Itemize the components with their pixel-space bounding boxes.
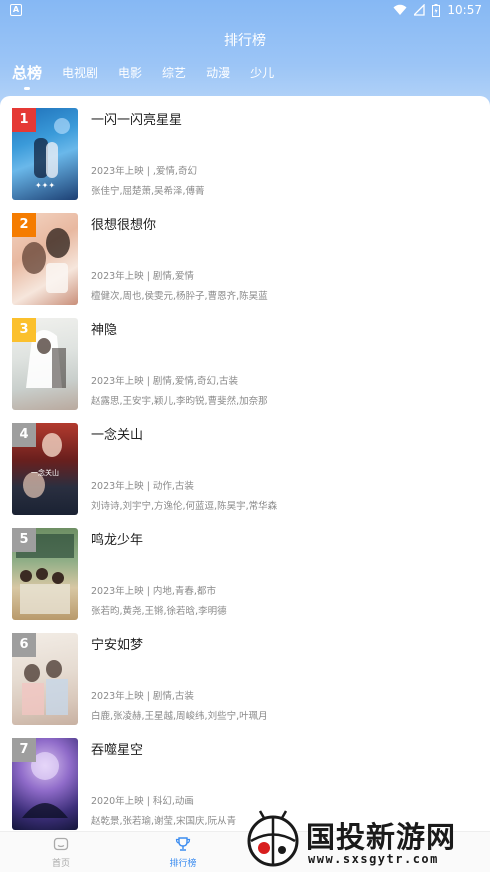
- item-meta: 2023年上映 | 剧情,古装: [91, 691, 194, 702]
- item-cast: 张佳宁,屈楚萧,吴希泽,傅菁: [91, 186, 205, 197]
- item-meta: 2020年上映 | 科幻,动画: [91, 796, 194, 807]
- list-item[interactable]: 3 神隐 2023年上映 | 剧情,爱情,奇幻,古装 赵露思,王安宇,颖儿,李昀…: [12, 318, 478, 413]
- rank-badge: 1: [12, 108, 36, 132]
- list-item[interactable]: 一念关山 4 一念关山 2023年上映 | 动作,古装 刘诗诗,刘宇宁,方逸伦,…: [12, 423, 478, 518]
- svg-text:✦✦✦: ✦✦✦: [35, 181, 55, 190]
- svg-text:一念关山: 一念关山: [31, 468, 59, 477]
- item-meta: 2023年上映 | 内地,青春,都市: [91, 586, 216, 597]
- list-item[interactable]: 5 鸣龙少年 2023年上映 | 内地,青春,都市 张若昀,黄尧,王锵,徐若晗,…: [12, 528, 478, 623]
- trophy-icon: [175, 837, 191, 851]
- item-meta: 2023年上映 | ,爱情,奇幻: [91, 166, 197, 177]
- list-item[interactable]: ✦✦✦ 1 一闪一闪亮星星 2023年上映 | ,爱情,奇幻 张佳宁,屈楚萧,吴…: [12, 108, 478, 203]
- category-tabs: 总榜 电视剧 电影 综艺 动漫 少儿: [12, 62, 294, 84]
- tab-movies[interactable]: 电影: [118, 62, 142, 84]
- status-bar: A 10:57: [0, 0, 490, 22]
- item-cast: 白鹿,张凌赫,王星越,周峻纬,刘些宁,叶珮月: [91, 711, 268, 722]
- item-cast: 张若昀,黄尧,王锵,徐若晗,李明德: [91, 606, 227, 617]
- tab-anime[interactable]: 动漫: [206, 62, 230, 84]
- home-icon: [53, 837, 69, 851]
- watermark-url: www.sxsgytr.com: [308, 852, 439, 866]
- item-meta: 2023年上映 | 动作,古装: [91, 481, 194, 492]
- app-notification-icon: A: [10, 4, 22, 16]
- item-meta: 2023年上映 | 剧情,爱情: [91, 271, 194, 282]
- tab-variety[interactable]: 综艺: [162, 62, 186, 84]
- list-item[interactable]: 6 宁安如梦 2023年上映 | 剧情,古装 白鹿,张凌赫,王星越,周峻纬,刘些…: [12, 633, 478, 728]
- page-title: 排行榜: [224, 33, 266, 49]
- signal-icon: [414, 4, 426, 16]
- list-item[interactable]: 2 很想很想你 2023年上映 | 剧情,爱情 檀健次,周也,侯雯元,杨肸子,曹…: [12, 213, 478, 308]
- tab-tv-series[interactable]: 电视剧: [62, 62, 98, 84]
- item-title: 神隐: [91, 323, 118, 338]
- item-title: 很想很想你: [91, 218, 157, 233]
- battery-icon: [432, 3, 441, 17]
- nav-ranking[interactable]: 排行榜: [153, 836, 213, 869]
- status-time: 10:57: [447, 3, 482, 17]
- item-title: 吞噬星空: [91, 743, 144, 758]
- rank-badge: 2: [12, 213, 36, 237]
- rank-badge: 4: [12, 423, 36, 447]
- item-cast: 赵露思,王安宇,颖儿,李昀锐,曹斐然,加奈那: [91, 396, 268, 407]
- item-meta: 2023年上映 | 剧情,爱情,奇幻,古装: [91, 376, 238, 387]
- item-title: 一念关山: [91, 428, 144, 443]
- rank-badge: 3: [12, 318, 36, 342]
- rank-badge: 6: [12, 633, 36, 657]
- watermark: 国投新游网 www.sxsgytr.com: [240, 808, 490, 872]
- rank-badge: 7: [12, 738, 36, 762]
- item-title: 鸣龙少年: [91, 533, 144, 548]
- rank-badge: 5: [12, 528, 36, 552]
- item-cast: 刘诗诗,刘宇宁,方逸伦,何蓝逗,陈昊宇,常华森: [91, 501, 278, 512]
- nav-ranking-label: 排行榜: [169, 859, 197, 869]
- wifi-icon: [393, 4, 407, 15]
- nav-home-label: 首页: [51, 859, 70, 869]
- item-title: 一闪一闪亮星星: [91, 113, 183, 128]
- tab-overall[interactable]: 总榜: [12, 62, 42, 84]
- tab-kids[interactable]: 少儿: [250, 62, 274, 84]
- header: A 10:57 排行榜 总榜 电视剧 电影 综艺 动漫 少儿: [0, 0, 490, 110]
- ladybug-logo-icon: [247, 810, 299, 867]
- watermark-text: 国投新游网: [306, 820, 457, 854]
- nav-home[interactable]: 首页: [31, 836, 91, 869]
- ranking-list: ✦✦✦ 1 一闪一闪亮星星 2023年上映 | ,爱情,奇幻 张佳宁,屈楚萧,吴…: [0, 96, 490, 831]
- item-cast: 檀健次,周也,侯雯元,杨肸子,曹恩齐,陈昊蓝: [91, 291, 268, 302]
- item-title: 宁安如梦: [91, 638, 144, 653]
